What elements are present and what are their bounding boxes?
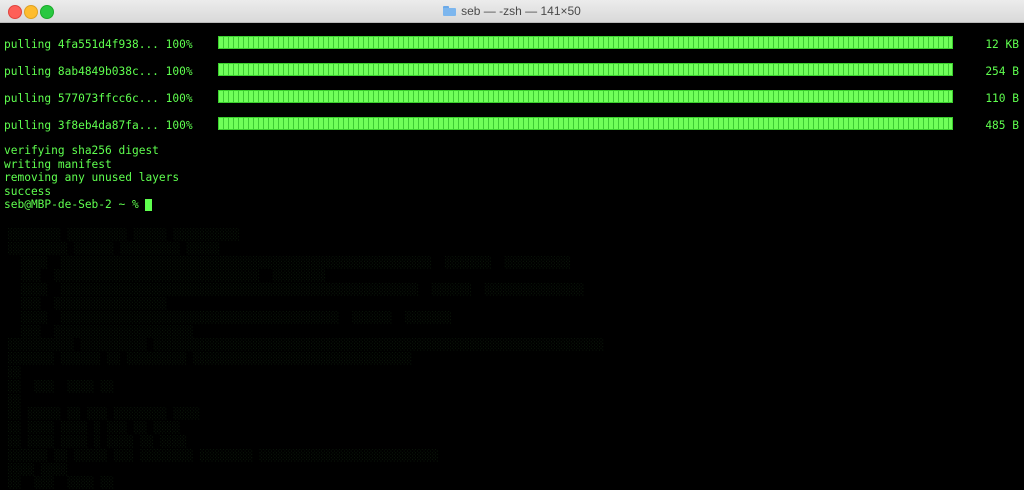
folder-icon [443, 6, 457, 16]
progress-bar [218, 36, 953, 49]
pull-label: pulling 8ab4849b038c... 100% [4, 65, 193, 78]
terminal-window: seb — -zsh — 141×50 ░░░░░░░░ ░░░░░░░░░ ░… [0, 0, 1024, 489]
pull-progress-row: pulling 8ab4849b038c... 100% 254 B [4, 63, 1019, 79]
pull-size: 110 B [985, 92, 1019, 105]
progress-bar [218, 63, 953, 76]
title-bar: seb — -zsh — 141×50 [0, 0, 1024, 23]
pull-size: 254 B [985, 65, 1019, 78]
status-line: success [4, 184, 52, 198]
status-line: verifying sha256 digest [4, 144, 159, 157]
text-cursor [144, 198, 152, 211]
pull-size: 485 B [985, 119, 1019, 132]
status-output: verifying sha256 digest writing manifest… [4, 144, 179, 212]
pull-progress-row: pulling 3f8eb4da87fa... 100% 485 B [4, 117, 1019, 133]
dimmed-previous-output: ░░░░░░░░ ░░░░░░░░░ ░░░░░ ░░░░░░░░░░ ░░░░… [8, 228, 605, 490]
pull-label: pulling 3f8eb4da87fa... 100% [4, 119, 193, 132]
status-line: writing manifest [4, 157, 112, 171]
pull-size: 12 KB [985, 38, 1019, 51]
pull-progress-row: pulling 4fa551d4f938... 100% 12 KB [4, 36, 1019, 52]
pull-label: pulling 4fa551d4f938... 100% [4, 38, 193, 51]
shell-prompt: seb@MBP-de-Seb-2 ~ % [4, 198, 139, 211]
shell-prompt-line[interactable]: seb@MBP-de-Seb-2 ~ % [4, 198, 179, 212]
window-title-group: seb — -zsh — 141×50 [0, 0, 1024, 22]
pull-progress-row: pulling 577073ffcc6c... 100% 110 B [4, 90, 1019, 106]
progress-bar [218, 90, 953, 103]
progress-bar [218, 117, 953, 130]
pull-label: pulling 577073ffcc6c... 100% [4, 92, 193, 105]
terminal-content[interactable]: ░░░░░░░░ ░░░░░░░░░ ░░░░░ ░░░░░░░░░░ ░░░░… [0, 23, 1024, 489]
status-line: removing any unused layers [4, 171, 180, 184]
window-title: seb — -zsh — 141×50 [461, 4, 581, 18]
